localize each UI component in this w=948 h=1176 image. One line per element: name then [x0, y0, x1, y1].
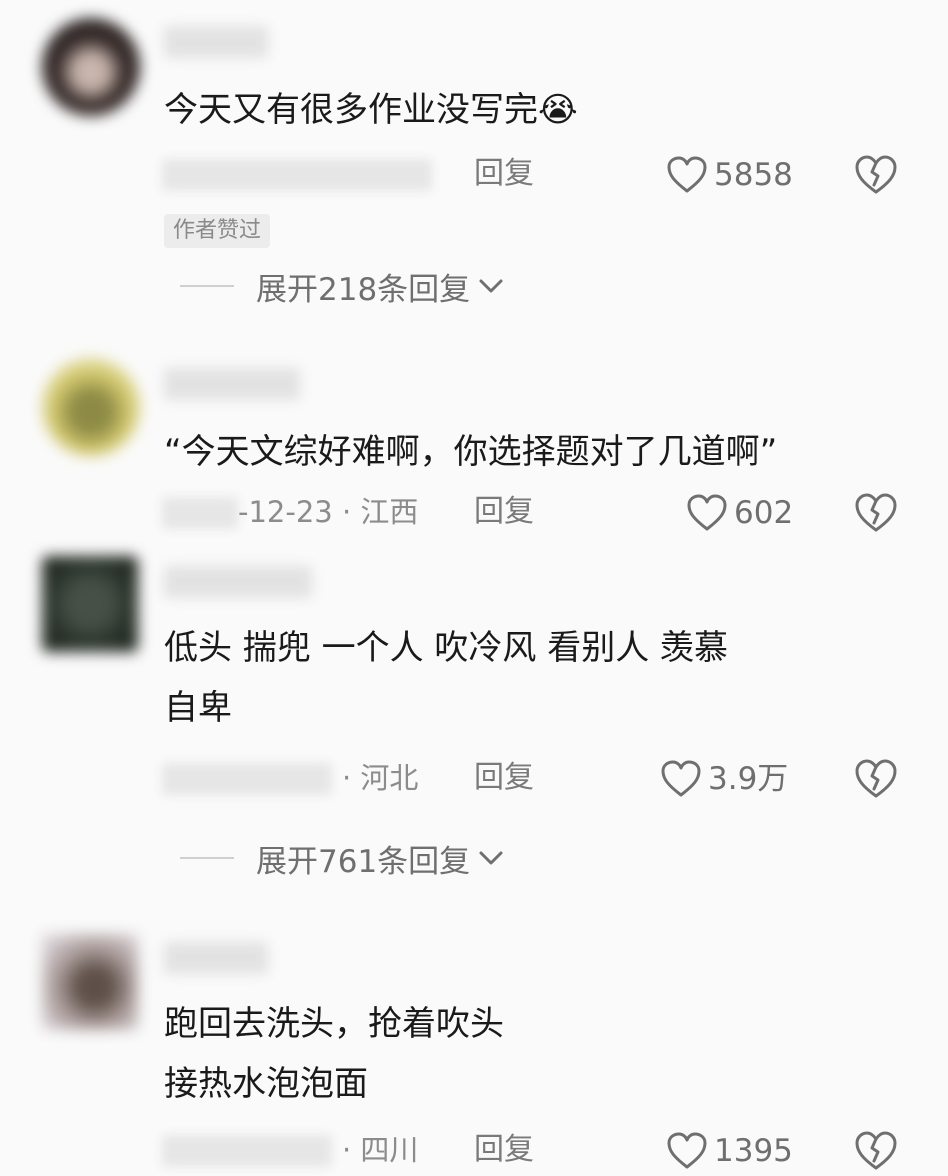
avatar[interactable] — [42, 934, 138, 1030]
date-blurred — [162, 497, 238, 529]
reply-button[interactable]: 回复 — [474, 758, 534, 798]
broken-heart-icon[interactable] — [853, 152, 899, 198]
date-location: · 四川 — [342, 1133, 419, 1167]
heart-outline-icon — [667, 156, 707, 193]
comment-text: “今天文综好难啊，你选择题对了几道啊” — [164, 422, 777, 482]
divider-line — [180, 285, 234, 287]
comment-meta-row: · 河北 回复 3.9万 — [0, 754, 948, 804]
expand-replies-label: 展开761条回复 — [256, 843, 471, 880]
comment-text: 低头 揣兜 一个人 吹冷风 看别人 羡慕 自卑 — [164, 618, 728, 738]
username-blurred[interactable] — [164, 26, 268, 58]
date-blurred — [162, 1135, 332, 1167]
comment-item: “今天文综好难啊，你选择题对了几道啊” -12-23 · 江西 回复 602 — [0, 340, 948, 540]
like-count: 602 — [734, 495, 794, 531]
avatar[interactable] — [42, 18, 140, 116]
expand-replies-button[interactable]: 展开218条回复 — [180, 264, 504, 308]
expand-replies-label: 展开218条回复 — [256, 271, 471, 308]
chevron-down-icon — [479, 279, 503, 293]
comment-item: 今天又有很多作业没写完😭 回复 5858 作者赞过 展开218条回复 — [0, 0, 948, 330]
username-blurred[interactable] — [164, 368, 300, 400]
like-count: 3.9万 — [708, 761, 789, 797]
author-liked-badge: 作者赞过 — [164, 214, 271, 248]
like-count: 1395 — [714, 1133, 793, 1169]
reply-button[interactable]: 回复 — [474, 492, 534, 532]
comment-line: 自卑 — [164, 688, 232, 728]
comment-line: 今天又有很多作业没写完😭 — [164, 90, 578, 130]
date-location: · 河北 — [342, 761, 419, 795]
heart-outline-icon — [661, 760, 701, 797]
heart-outline-icon — [687, 494, 727, 531]
like-button[interactable]: 3.9万 — [660, 754, 788, 804]
avatar[interactable] — [42, 358, 140, 456]
username-blurred[interactable] — [164, 566, 312, 598]
comment-line: 接热水泡泡面 — [164, 1064, 368, 1104]
comment-meta-row: -12-23 · 江西 回复 602 — [0, 488, 948, 538]
broken-heart-icon[interactable] — [853, 756, 899, 802]
reply-button[interactable]: 回复 — [474, 154, 534, 194]
date-location: -12-23 · 江西 — [238, 495, 419, 529]
avatar[interactable] — [42, 556, 138, 652]
reply-button[interactable]: 回复 — [474, 1130, 534, 1170]
username-blurred[interactable] — [164, 942, 268, 974]
comment-line: 低头 揣兜 一个人 吹冷风 看别人 羡慕 — [164, 628, 729, 668]
comment-meta-row: · 四川 回复 1395 — [0, 1126, 948, 1176]
comment-text: 跑回去洗头，抢着吹头 接热水泡泡面 — [164, 994, 504, 1114]
heart-outline-icon — [667, 1132, 707, 1169]
comment-item: 低头 揣兜 一个人 吹冷风 看别人 羡慕 自卑 · 河北 回复 3.9万 展开7… — [0, 548, 948, 908]
comment-meta-row: 回复 5858 — [0, 150, 948, 200]
like-button[interactable]: 602 — [686, 488, 793, 538]
like-button[interactable]: 5858 — [666, 150, 793, 200]
broken-heart-icon[interactable] — [853, 490, 899, 536]
like-count: 5858 — [714, 157, 793, 193]
date-blurred — [162, 763, 332, 795]
like-button[interactable]: 1395 — [666, 1126, 793, 1176]
date-location-blurred — [162, 159, 432, 191]
comment-line: 跑回去洗头，抢着吹头 — [164, 1004, 504, 1044]
comment-item: 跑回去洗头，抢着吹头 接热水泡泡面 · 四川 回复 1395 — [0, 924, 948, 1176]
divider-line — [180, 857, 234, 859]
comment-text: 今天又有很多作业没写完😭 — [164, 80, 578, 140]
chevron-down-icon — [479, 851, 503, 865]
comment-line: “今天文综好难啊，你选择题对了几道啊” — [164, 432, 778, 472]
expand-replies-button[interactable]: 展开761条回复 — [180, 836, 504, 880]
broken-heart-icon[interactable] — [853, 1128, 899, 1174]
